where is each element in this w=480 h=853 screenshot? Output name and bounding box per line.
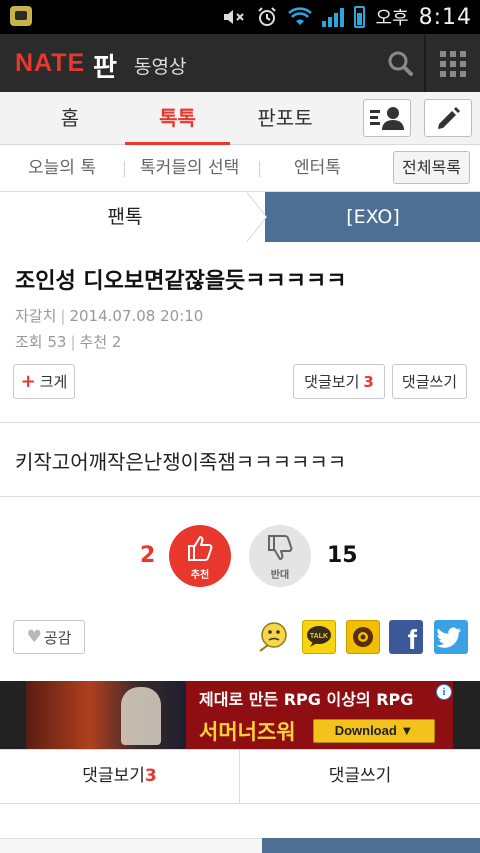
bottom-strip-accent bbox=[262, 838, 480, 853]
download-arrow-icon: ▼ bbox=[400, 723, 414, 738]
tab-home[interactable]: 홈 bbox=[40, 92, 100, 145]
tab-toktok[interactable]: 톡톡 bbox=[125, 92, 230, 145]
ad-download-label: Download bbox=[334, 723, 397, 738]
pan-logo[interactable]: 판 bbox=[93, 47, 117, 84]
like-label: 공감 bbox=[43, 628, 72, 647]
post-stats: 조회 53 | 추천 2 bbox=[15, 331, 121, 352]
status-icons: 오후 8:14 bbox=[222, 0, 472, 34]
divider bbox=[0, 422, 480, 423]
comment-bar: 댓글보기3 댓글쓰기 bbox=[0, 749, 480, 804]
recommend-count: 2 bbox=[140, 543, 156, 568]
search-icon[interactable] bbox=[380, 42, 424, 84]
subtab-talkers-choice[interactable]: 톡커들의 선택 bbox=[140, 145, 239, 192]
write-comment-button[interactable]: 댓글쓰기 bbox=[392, 364, 467, 399]
view-comments-button[interactable]: 댓글보기 3 bbox=[293, 364, 385, 399]
signal-icon bbox=[322, 7, 345, 27]
kakaotalk-icon bbox=[10, 6, 32, 26]
thumbs-up-icon bbox=[188, 536, 213, 561]
oppose-label: 반대 bbox=[270, 570, 290, 581]
meta-separator: | bbox=[60, 307, 66, 325]
like-button[interactable]: ♥ 공감 bbox=[13, 620, 85, 654]
alarm-icon bbox=[258, 7, 277, 26]
sub-tabs: 오늘의 톡 톡커들의 선택 엔터톡 전체목록 bbox=[0, 145, 480, 192]
view-comments-label: 댓글보기 bbox=[304, 373, 360, 391]
subtab-divider bbox=[124, 161, 125, 177]
subtab-entertainment[interactable]: 엔터톡 bbox=[294, 145, 341, 192]
kakaotalk-share-icon[interactable]: TALK bbox=[302, 620, 336, 654]
ad-banner[interactable]: 제대로 만든 RPG 이상의 RPG 서머너즈워 Download ▼ i bbox=[0, 681, 480, 749]
post-date: 2014.07.08 20:10 bbox=[69, 307, 204, 325]
ad-game-title: 서머너즈워 bbox=[199, 720, 296, 744]
recommend-button[interactable]: 추천 bbox=[169, 525, 231, 587]
talk-text: TALK bbox=[310, 633, 328, 640]
twitter-icon[interactable] bbox=[434, 620, 468, 654]
post-meta: 자갈치 | 2014.07.08 20:10 bbox=[15, 305, 203, 326]
bottom-write-comment-button[interactable]: 댓글쓰기 bbox=[240, 750, 480, 803]
category-breadcrumb: 팬톡 [EXO] bbox=[0, 192, 480, 242]
plus-icon: + bbox=[20, 371, 36, 392]
main-tabs: 홈 톡톡 판포토 bbox=[0, 92, 480, 145]
app-header: NATE 판 동영상 bbox=[0, 34, 480, 92]
kakaostory-share-icon[interactable] bbox=[346, 620, 380, 654]
zoom-text-button[interactable]: + 크게 bbox=[13, 364, 75, 399]
mute-icon bbox=[224, 10, 245, 24]
ad-download-button[interactable]: Download ▼ bbox=[313, 719, 435, 743]
comment-count: 3 bbox=[363, 372, 374, 391]
zoom-label: 크게 bbox=[39, 373, 68, 391]
post-body: 키작고어깨작은난쟁이족잼ㅋㅋㅋㅋㅋㅋ bbox=[15, 450, 347, 474]
subtab-today[interactable]: 오늘의 톡 bbox=[28, 145, 96, 192]
recommend-label: 추천 bbox=[190, 570, 210, 581]
ad-artwork bbox=[26, 681, 186, 749]
post-title: 조인성 디오보면같잖을듯ㅋㅋㅋㅋㅋ bbox=[15, 269, 347, 294]
write-post-button[interactable] bbox=[424, 99, 472, 137]
ad-info-icon[interactable]: i bbox=[436, 684, 452, 700]
wifi-icon bbox=[288, 7, 313, 25]
status-ampm: 오후 bbox=[375, 8, 409, 29]
thumbs-down-icon bbox=[268, 535, 293, 560]
category-fantalk[interactable]: 팬톡 bbox=[0, 192, 250, 242]
category-exo[interactable]: [EXO] bbox=[266, 192, 480, 242]
grid-menu-icon[interactable] bbox=[440, 51, 466, 77]
video-link[interactable]: 동영상 bbox=[134, 52, 186, 79]
post-recommend-count: 추천 2 bbox=[79, 333, 122, 351]
divider bbox=[0, 496, 480, 497]
meta-separator: | bbox=[70, 333, 76, 351]
profile-list-icon bbox=[370, 107, 404, 130]
ad-headline: 제대로 만든 RPG 이상의 RPG bbox=[199, 690, 414, 709]
bottom-comment-count: 3 bbox=[144, 766, 157, 786]
nate-logo[interactable]: NATE bbox=[15, 49, 85, 78]
emoticon-icon[interactable] bbox=[257, 620, 291, 654]
oppose-button[interactable]: 반대 bbox=[249, 525, 311, 587]
battery-icon bbox=[354, 6, 366, 28]
subtab-divider bbox=[259, 161, 260, 177]
heart-icon: ♥ bbox=[26, 627, 42, 647]
post-author[interactable]: 자갈치 bbox=[15, 307, 56, 325]
all-list-button[interactable]: 전체목록 bbox=[393, 151, 470, 184]
facebook-icon[interactable]: f bbox=[389, 620, 423, 654]
pencil-icon bbox=[438, 107, 460, 129]
bottom-view-comments-button[interactable]: 댓글보기3 bbox=[0, 750, 240, 803]
header-divider bbox=[424, 34, 426, 92]
my-profile-button[interactable] bbox=[363, 99, 411, 137]
post-views: 조회 53 bbox=[15, 333, 67, 351]
tab-panphoto[interactable]: 판포토 bbox=[250, 92, 320, 145]
bottom-view-comments-label: 댓글보기 bbox=[82, 766, 145, 786]
oppose-count: 15 bbox=[327, 543, 358, 568]
status-bar: 오후 8:14 bbox=[0, 0, 480, 34]
status-time: 8:14 bbox=[418, 4, 472, 30]
